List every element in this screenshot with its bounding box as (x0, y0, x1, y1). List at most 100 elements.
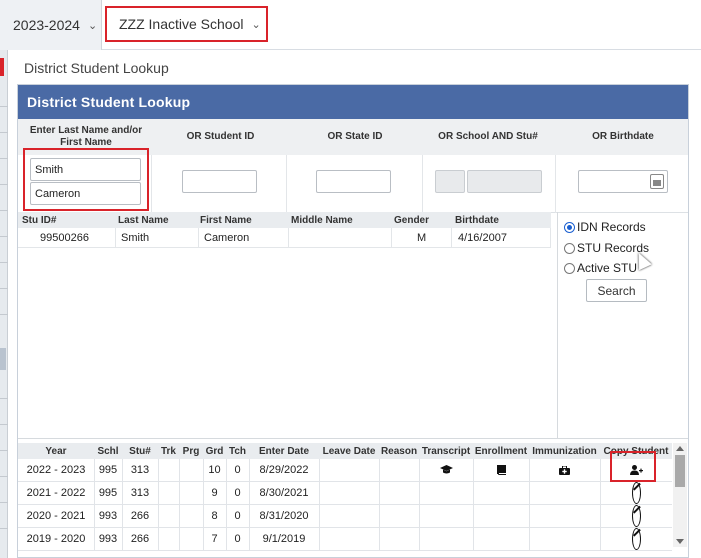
radio-icon (564, 262, 575, 274)
rail-divider (0, 158, 8, 159)
cell-grd: 7 (211, 533, 218, 545)
school-label: ZZZ Inactive School (119, 16, 244, 32)
rail-divider (0, 476, 8, 477)
divider (529, 528, 530, 551)
top-bar: 2023-2024 ⌄ ZZZ Inactive School ⌄ (0, 0, 701, 50)
cell-reason (379, 482, 419, 504)
cell-enter-date: 9/1/2019 (262, 533, 306, 545)
cell-reason (379, 459, 419, 481)
cell-trk (158, 482, 179, 504)
table-row[interactable]: 2021 - 2022 995 313 9 0 8/30/2021 (18, 482, 672, 505)
col-grd: Grd (205, 445, 224, 457)
student-id-label: OR Student ID (186, 131, 255, 142)
birthdate-label: OR Birthdate (592, 131, 654, 142)
copy-student-highlight (610, 451, 656, 482)
col-birthdate: Birthdate (455, 214, 499, 226)
school-selector[interactable]: ZZZ Inactive School ⌄ (105, 6, 268, 42)
transcript-icon[interactable] (419, 459, 473, 481)
rail-divider (0, 502, 8, 503)
cell-enter-date: 8/30/2021 (259, 487, 309, 499)
cell-gender: M (417, 232, 427, 244)
divider (198, 228, 199, 248)
cell-prg (179, 528, 203, 550)
scroll-thumb[interactable] (675, 455, 685, 487)
rail-divider (0, 314, 8, 315)
page-title: District Student Lookup (24, 60, 169, 76)
rail-active-block (0, 348, 6, 370)
rail-indicator (0, 58, 4, 76)
col-enrollment: Enrollment (474, 445, 528, 457)
rail-divider (0, 236, 8, 237)
cell-year: 2022 - 2023 (26, 464, 86, 476)
radio-label: IDN Records (577, 220, 646, 234)
cell-year: 2021 - 2022 (26, 487, 86, 499)
divider (419, 482, 420, 505)
name-highlight (23, 148, 149, 211)
cell-trk (158, 528, 179, 550)
birthdate-field[interactable] (578, 170, 668, 193)
cell-stu: 266 (130, 533, 150, 545)
divider (557, 212, 558, 438)
cell-prg (179, 459, 203, 481)
book-icon[interactable] (473, 459, 529, 481)
cell-prg (179, 505, 203, 527)
enrollment-header: Year Schl Stu# Trk Prg Grd Tch Enter Dat… (18, 443, 672, 459)
table-row[interactable]: 2019 - 2020 993 266 7 0 9/1/2019 (18, 528, 672, 551)
rail-divider (0, 210, 8, 211)
chevron-down-icon: ⌄ (251, 18, 261, 31)
rail-divider (0, 398, 8, 399)
cell-stu: 266 (130, 510, 150, 522)
cell-tch: 0 (234, 510, 241, 522)
col-first-name: First Name (200, 214, 252, 226)
cell-prg (179, 482, 203, 504)
radio-icon (564, 242, 575, 254)
state-id-field[interactable] (316, 170, 391, 193)
divider (422, 155, 423, 213)
calendar-icon[interactable] (650, 174, 664, 189)
col-year: Year (45, 445, 67, 457)
cell-grd: 9 (211, 487, 218, 499)
rail-divider (0, 528, 8, 529)
cell-tch: 0 (234, 533, 241, 545)
scroll-down-icon[interactable] (676, 539, 684, 544)
year-selector[interactable]: 2023-2024 ⌄ (0, 0, 102, 50)
cell-schl: 995 (98, 464, 118, 476)
cell-trk (158, 459, 179, 481)
table-row[interactable]: 99500266 Smith Cameron M 4/16/2007 (18, 228, 551, 248)
divider (473, 482, 474, 505)
student-id-field[interactable] (182, 170, 257, 193)
col-tch: Tch (228, 445, 247, 457)
table-row[interactable]: 2022 - 2023 995 313 10 0 8/29/2022 (18, 459, 672, 482)
year-label: 2023-2024 (13, 17, 80, 33)
results-header: Stu ID# Last Name First Name Middle Name… (18, 212, 551, 228)
cell-reason (379, 528, 419, 550)
divider (115, 228, 116, 248)
divider (473, 505, 474, 528)
scroll-up-icon[interactable] (676, 446, 684, 451)
table-row[interactable]: 2020 - 2021 993 266 8 0 8/31/2020 (18, 505, 672, 528)
divider (151, 155, 152, 213)
cell-leave-date (319, 459, 379, 481)
col-stu: Stu# (129, 445, 151, 457)
divider (529, 482, 530, 505)
cell-enter-date: 8/31/2020 (259, 510, 309, 522)
school-stu-label: OR School AND Stu# (438, 131, 538, 142)
lookup-panel: District Student Lookup Enter Last Name … (17, 84, 689, 558)
cell-enter-date: 8/29/2022 (259, 464, 309, 476)
col-schl: Schl (97, 445, 119, 457)
cell-grd: 8 (211, 510, 218, 522)
cell-leave-date (319, 482, 379, 504)
search-button[interactable]: Search (586, 279, 647, 302)
cell-stu-id: 99500266 (40, 232, 89, 244)
col-immunization: Immunization (532, 445, 597, 457)
scrollbar[interactable] (673, 443, 687, 547)
radio-active-stu[interactable]: Active STU (564, 261, 637, 275)
divider (555, 155, 556, 213)
medkit-icon[interactable] (529, 459, 600, 481)
col-gender: Gender (394, 214, 430, 226)
radio-idn-records[interactable]: IDN Records (564, 220, 646, 234)
cell-reason (379, 505, 419, 527)
not-allowed-icon (600, 482, 672, 504)
chevron-down-icon: ⌄ (87, 19, 98, 32)
rail-divider (0, 132, 8, 133)
